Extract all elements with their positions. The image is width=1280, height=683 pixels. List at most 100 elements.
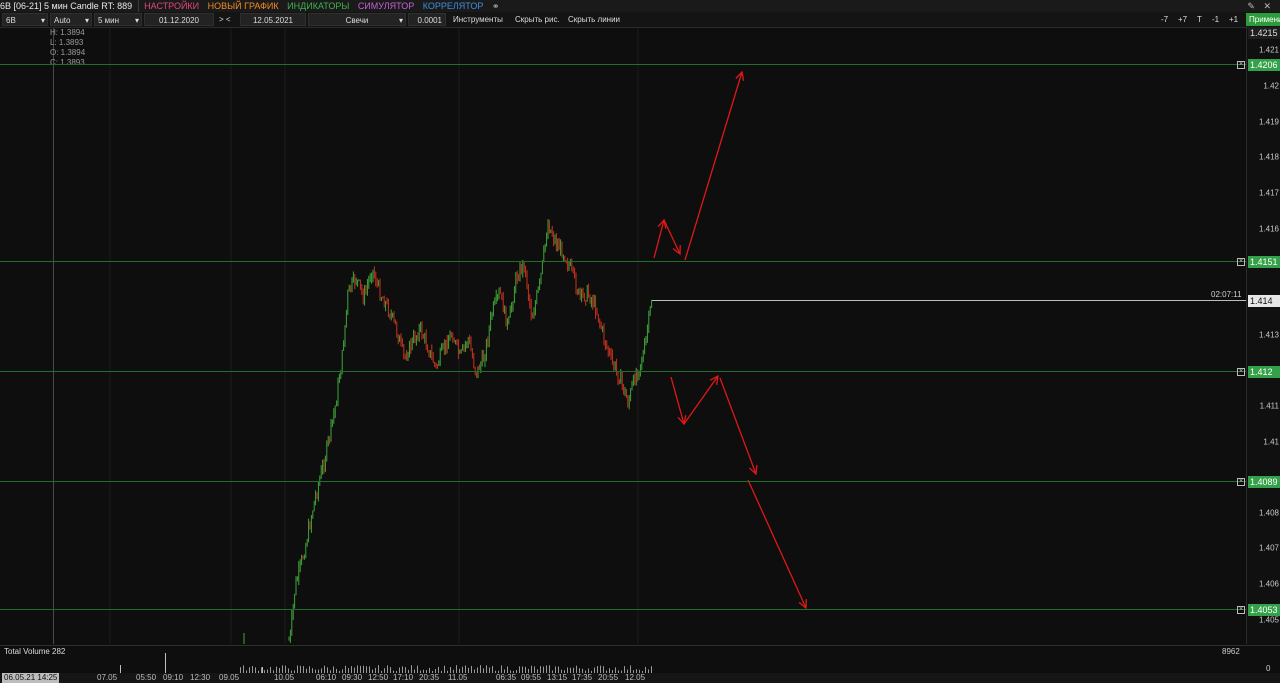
close-icon[interactable]: × xyxy=(1237,606,1245,614)
annotation-arrow xyxy=(670,376,685,425)
chevron-down-icon: ▾ xyxy=(40,16,45,25)
current-price-label: 1.414 xyxy=(1248,295,1280,307)
minus7-button[interactable]: -7 xyxy=(1158,13,1171,26)
time-label: 20:35 xyxy=(419,673,440,682)
scale-value: Auto xyxy=(54,16,71,25)
menu-new-chart[interactable]: НОВЫЙ ГРАФИК xyxy=(205,0,282,12)
level-line[interactable] xyxy=(0,481,1246,482)
volume-bar xyxy=(120,665,121,673)
time-label: 12:50 xyxy=(368,673,389,682)
chart-type-select[interactable]: Свечи ▾ xyxy=(308,13,406,26)
volume-bar xyxy=(300,665,301,673)
volume-bar xyxy=(471,665,472,673)
volume-bar xyxy=(456,665,457,673)
menu-settings[interactable]: НАСТРОЙКИ xyxy=(141,0,202,12)
annotation-arrow xyxy=(684,71,743,261)
close-icon[interactable]: × xyxy=(1237,61,1245,69)
volume-bar xyxy=(303,666,304,673)
volume-bar xyxy=(651,666,652,673)
pin-icon[interactable]: ✎ xyxy=(1244,0,1258,12)
symbol-select[interactable]: 6B ▾ xyxy=(2,13,48,26)
apply-button[interactable]: Примени xyxy=(1246,13,1280,26)
level-price-label: 1.4089 xyxy=(1248,476,1280,488)
minus1-button[interactable]: -1 xyxy=(1209,13,1222,26)
volume-bar xyxy=(351,666,352,673)
level-price-label: 1.4053 xyxy=(1248,604,1280,616)
volume-bar xyxy=(345,665,346,673)
hide-lines-button[interactable]: Скрыть линии xyxy=(565,13,623,26)
price-tick: 1.411 xyxy=(1259,401,1279,411)
volume-bar xyxy=(360,665,361,673)
t-button[interactable]: T xyxy=(1194,13,1205,26)
time-label: 09:30 xyxy=(342,673,363,682)
level-price-label: 1.412 xyxy=(1248,366,1280,378)
volume-bar xyxy=(282,665,283,673)
chevron-down-icon: ▾ xyxy=(398,16,403,25)
menu-indicators[interactable]: ИНДИКАТОРЫ xyxy=(284,0,352,12)
volume-bar xyxy=(366,666,367,673)
volume-bar xyxy=(465,665,466,673)
level-line[interactable] xyxy=(0,261,1246,262)
axis-top-label: 1.4215 xyxy=(1248,27,1280,39)
volume-panel[interactable]: Total Volume 282 8962 0 xyxy=(0,645,1280,674)
time-label: 12.05 xyxy=(625,673,646,682)
ohlc-open: O: 1.3894 xyxy=(50,48,86,57)
step-input[interactable]: 0.0001 xyxy=(408,13,446,26)
volume-bar xyxy=(378,665,379,673)
price-chart[interactable]: H: 1.3894 L: 1.3893 O: 1.3894 C: 1.3893 … xyxy=(0,28,1246,644)
volume-bar xyxy=(417,665,418,673)
plus1-button[interactable]: +1 xyxy=(1226,13,1241,26)
volume-bar xyxy=(519,666,520,673)
instruments-button[interactable]: Инструменты xyxy=(450,13,506,26)
date-from-input[interactable]: 01.12.2020 xyxy=(144,13,214,26)
current-price-line xyxy=(652,300,1246,301)
time-label: 06:10 xyxy=(316,673,337,682)
grid-lines xyxy=(109,28,639,644)
volume-bar xyxy=(309,666,310,673)
time-label: 05:50 xyxy=(136,673,157,682)
price-axis[interactable]: 1.4215 1.421 1.42 1.419 1.418 1.417 1.41… xyxy=(1246,27,1280,644)
menu-simulator[interactable]: СИМУЛЯТОР xyxy=(355,0,417,12)
level-line[interactable] xyxy=(0,609,1246,610)
level-price-label: 1.4151 xyxy=(1248,256,1280,268)
volume-bar xyxy=(402,666,403,673)
close-icon[interactable]: × xyxy=(1237,478,1245,486)
volume-max: 8962 xyxy=(1222,647,1240,656)
volume-bar xyxy=(501,665,502,673)
level-price-label: 1.4206 xyxy=(1248,59,1280,71)
close-icon[interactable]: × xyxy=(1237,258,1245,266)
chart-canvas xyxy=(109,28,807,644)
crosshair-vertical xyxy=(53,28,54,644)
scale-select[interactable]: Auto ▾ xyxy=(50,13,92,26)
volume-bar xyxy=(369,666,370,673)
volume-bar xyxy=(600,665,601,673)
date-to-input[interactable]: 12.05.2021 xyxy=(240,13,306,26)
symbol-value: 6B xyxy=(6,16,16,25)
nav-buttons[interactable]: > < xyxy=(216,13,238,26)
hide-drawings-button[interactable]: Скрыть рис. xyxy=(512,13,563,26)
time-label: 09.05 xyxy=(219,673,240,682)
price-tick: 1.41 xyxy=(1263,437,1279,447)
price-tick: 1.417 xyxy=(1258,188,1279,198)
title-bar: 6B [06-21] 5 мин Candle RT: 889 НАСТРОЙК… xyxy=(0,0,1280,12)
annotation-arrow xyxy=(747,479,807,609)
time-label: 17:35 xyxy=(572,673,593,682)
close-icon[interactable]: ✕ xyxy=(1260,0,1274,12)
volume-bar xyxy=(480,665,481,673)
level-line[interactable] xyxy=(0,64,1246,65)
price-tick: 1.405 xyxy=(1258,615,1279,625)
volume-bar xyxy=(363,665,364,673)
time-label: 09:55 xyxy=(521,673,542,682)
candles xyxy=(243,219,653,644)
timeframe-select[interactable]: 5 мин ▾ xyxy=(94,13,142,26)
level-line[interactable] xyxy=(0,371,1246,372)
time-axis[interactable]: 06.05.21 14:25 07.05 05:50 09:10 12:30 0… xyxy=(0,673,1280,683)
time-label: 07.05 xyxy=(97,673,118,682)
close-icon[interactable]: × xyxy=(1237,368,1245,376)
chart-type-value: Свечи xyxy=(345,16,369,25)
menu-correlator[interactable]: КОРРЕЛЯТОР xyxy=(420,0,487,12)
link-icon[interactable]: ⚭ xyxy=(489,0,503,12)
time-label: 12:30 xyxy=(190,673,211,682)
timeframe-value: 5 мин xyxy=(98,16,120,25)
plus7-button[interactable]: +7 xyxy=(1175,13,1190,26)
